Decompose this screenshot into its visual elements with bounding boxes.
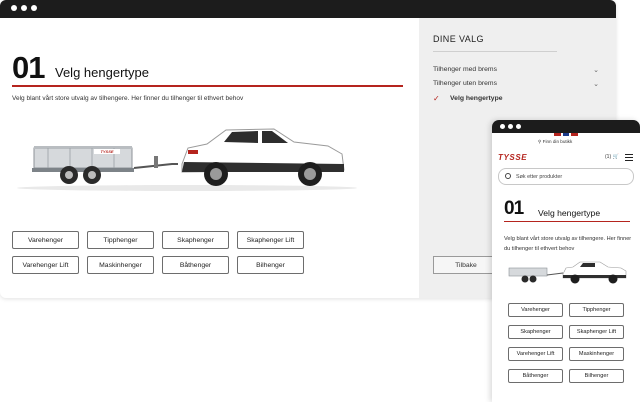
checkmark-icon: ✓ [433,94,440,103]
window-dot[interactable] [500,124,505,129]
type-button-maskinhenger[interactable]: Maskinhenger [569,347,624,361]
find-store-label: Finn din butikk [542,139,573,144]
sidebar-item-no-brakes[interactable]: Tilhenger uten brems ⌄ [433,80,599,88]
location-pin-icon: ⚲ [538,139,542,144]
flag-icon [554,133,579,136]
type-button-bathenger[interactable]: Båthenger [162,256,229,274]
trailer-car-illustration: TYSSE [17,128,357,191]
window-controls [11,5,37,11]
search-input[interactable]: Søk etter produkter [498,168,634,185]
menu-icon[interactable] [625,154,633,161]
step-intro: Velg blant vårt store utvalg av tilhenge… [12,95,244,102]
step-number: 01 [504,198,524,219]
sidebar-item-label: Tilhenger med brems [433,66,497,73]
window-dot[interactable] [508,124,513,129]
type-button-skaphenger[interactable]: Skaphenger [162,231,229,249]
type-button-varehenger[interactable]: Varehenger [508,303,563,317]
stage: 01 Velg hengertype Velg blant vårt store… [0,0,640,402]
sidebar-title: DINE VALG [433,34,484,44]
window-controls [500,124,521,129]
cart-icon: 🛒 [612,154,619,160]
desktop-titlebar [0,0,616,18]
chevron-down-icon[interactable]: ⌄ [593,66,599,74]
type-button-varehenger-lift[interactable]: Varehenger Lift [508,347,563,361]
type-button-maskinhenger[interactable]: Maskinhenger [87,256,154,274]
cart-button[interactable]: (1) 🛒 [605,154,619,160]
title-divider [504,221,630,222]
find-store-link[interactable]: ⚲ Finn din butikk [538,139,572,145]
type-button-varehenger[interactable]: Varehenger [12,231,79,249]
brand-logo[interactable]: TYSSE [498,153,527,162]
window-dot[interactable] [31,5,37,11]
type-button-bilhenger[interactable]: Bilhenger [569,369,624,383]
sidebar-item-brakes[interactable]: Tilhenger med brems ⌄ [433,66,599,74]
chevron-down-icon[interactable]: ⌄ [593,80,599,88]
search-placeholder: Søk etter produkter [516,173,563,180]
cart-count: (1) [605,154,612,160]
type-button-skaphenger-lift[interactable]: Skaphenger Lift [569,325,624,339]
trailer-image: TYSSE [32,146,178,184]
type-button-varehenger-lift[interactable]: Varehenger Lift [12,256,79,274]
car-image [181,128,345,186]
window-dot[interactable] [21,5,27,11]
sidebar-item-label: Velg hengertype [450,95,503,102]
sidebar-divider [433,51,557,52]
type-button-bathenger[interactable]: Båthenger [508,369,563,383]
step-number: 01 [12,50,45,85]
step-title: Velg hengertype [55,65,149,80]
trailer-brand-label: TYSSE [100,149,113,154]
search-icon [505,173,511,179]
type-button-tipphenger[interactable]: Tipphenger [87,231,154,249]
mobile-window: ⚲ Finn din butikk TYSSE (1) 🛒 Søk etter … [492,120,640,402]
title-divider [12,85,403,87]
sidebar-item-label: Tilhenger uten brems [433,80,497,87]
step-title: Velg hengertype [538,208,601,218]
window-dot[interactable] [516,124,521,129]
type-button-skaphenger[interactable]: Skaphenger [508,325,563,339]
type-button-skaphenger-lift[interactable]: Skaphenger Lift [237,231,304,249]
window-dot[interactable] [11,5,17,11]
type-button-bilhenger[interactable]: Bilhenger [237,256,304,274]
mobile-titlebar [492,120,640,133]
type-button-tipphenger[interactable]: Tipphenger [569,303,624,317]
back-button[interactable]: Tilbake [433,256,499,274]
step-intro: Velg blant vårt store utvalg av tilhenge… [504,236,632,252]
trailer-car-illustration [508,261,627,284]
